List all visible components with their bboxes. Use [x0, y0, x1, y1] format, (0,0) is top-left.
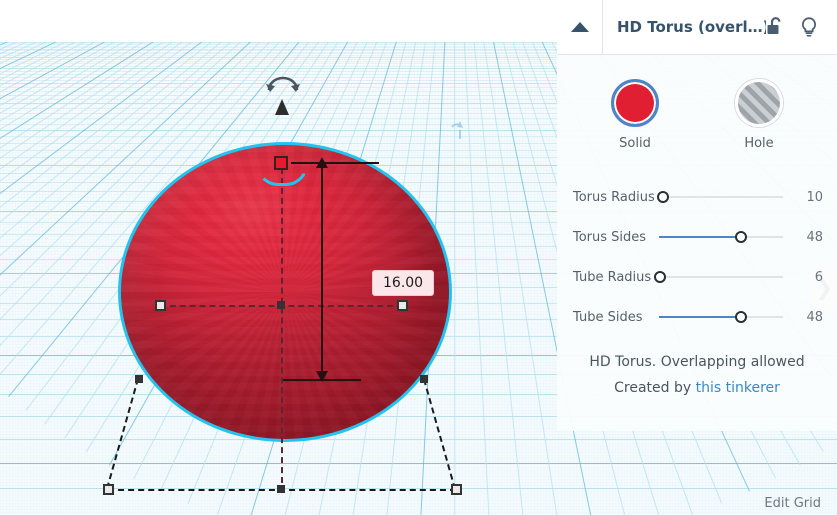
- slider-bar: [659, 276, 783, 278]
- mode-label-solid: Solid: [619, 136, 651, 151]
- solid-swatch-icon: [611, 79, 659, 127]
- slider-value-torus-sides: 48: [806, 229, 823, 245]
- slider-track-torus-radius[interactable]: [656, 189, 783, 205]
- edit-grid-button[interactable]: Edit Grid: [764, 496, 821, 511]
- slider-label-tube-radius: Tube Radius: [573, 269, 652, 285]
- credit-prefix: Created by: [614, 380, 696, 396]
- panel-header-actions: [766, 16, 837, 38]
- lightbulb-icon[interactable]: [799, 16, 819, 38]
- shape-credit: Created by this tinkerer: [557, 375, 837, 401]
- triangle-up-icon: [570, 22, 589, 32]
- mode-label-hole: Hole: [744, 136, 774, 151]
- collapse-panel-button[interactable]: [557, 0, 603, 55]
- slider-track-tube-radius[interactable]: [654, 269, 783, 285]
- slider-label-torus-sides: Torus Sides: [573, 229, 647, 245]
- parameter-sliders: Torus Radius 10 Torus Sides 48 Tube Radi…: [557, 161, 837, 339]
- slider-row-tube-sides: Tube Sides 48: [557, 297, 837, 337]
- panel-title: HD Torus (overl…): [617, 18, 766, 36]
- slider-thumb-torus-radius[interactable]: [656, 191, 669, 203]
- slider-value-tube-sides: 48: [806, 309, 823, 325]
- credit-link[interactable]: this tinkerer: [696, 380, 780, 396]
- slider-row-torus-radius: Torus Radius 10: [557, 177, 837, 217]
- slider-bar: [659, 196, 783, 198]
- slider-label-torus-radius: Torus Radius: [573, 189, 655, 205]
- slider-row-torus-sides: Torus Sides 48: [557, 217, 837, 257]
- slider-fill: [659, 236, 741, 238]
- panel-body: Solid Hole Torus Radius 10 Torus Sides 4…: [557, 55, 837, 431]
- slider-value-tube-radius: 6: [814, 269, 823, 285]
- mode-option-hole[interactable]: Hole: [722, 79, 796, 151]
- panel-footer: HD Torus. Overlapping allowed Created by…: [557, 339, 837, 417]
- slider-value-torus-radius: 10: [806, 189, 823, 205]
- slider-row-tube-radius: Tube Radius 6: [557, 257, 837, 297]
- shape-properties-panel: HD Torus (overl…) Solid Hole Torus Radiu…: [557, 0, 837, 431]
- shape-bands: [121, 145, 449, 439]
- unlocked-padlock-icon[interactable]: [766, 16, 785, 38]
- slider-fill: [659, 316, 741, 318]
- mode-option-solid[interactable]: Solid: [598, 79, 672, 151]
- slider-thumb-tube-sides[interactable]: [734, 311, 747, 323]
- slider-thumb-tube-radius[interactable]: [654, 271, 667, 283]
- app-root: 16.00 Edit Grid ❯ HD Torus (overl…): [0, 0, 837, 515]
- mode-selector: Solid Hole: [557, 55, 837, 161]
- panel-header: HD Torus (overl…): [557, 0, 837, 55]
- slider-label-tube-sides: Tube Sides: [573, 309, 643, 325]
- shape-description: HD Torus. Overlapping allowed: [589, 354, 805, 370]
- torus-shape[interactable]: [118, 142, 452, 442]
- slider-thumb-torus-sides[interactable]: [734, 231, 747, 243]
- slider-track-tube-sides[interactable]: [659, 309, 783, 325]
- slider-track-torus-sides[interactable]: [659, 229, 783, 245]
- hole-swatch-icon: [735, 79, 783, 127]
